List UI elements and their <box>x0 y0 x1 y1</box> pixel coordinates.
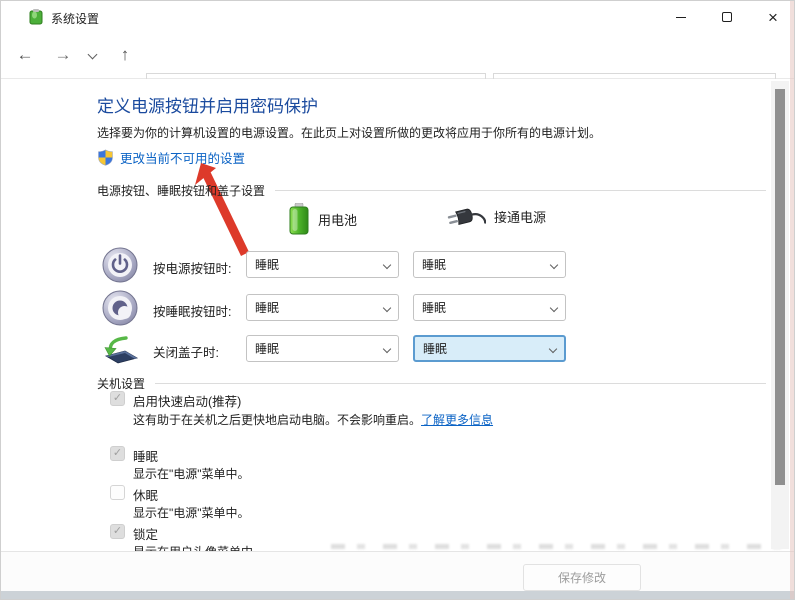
section-rule <box>275 190 766 191</box>
sleep-button-plugged-in-dropdown[interactable]: 睡眠 <box>413 294 566 321</box>
forward-button[interactable]: → <box>51 45 75 65</box>
lock-option-label: 锁定 <box>133 528 159 542</box>
close-lid-on-battery-dropdown[interactable]: 睡眠 <box>246 335 399 362</box>
hibernate-option-description: 显示在"电源"菜单中。 <box>133 506 250 520</box>
sleep-checkbox[interactable]: ✓ <box>110 446 125 461</box>
section-rule <box>155 383 766 384</box>
title-bar: 系统设置 × <box>1 1 794 33</box>
main-content: 定义电源按钮并启用密码保护 选择要为你的计算机设置的电源设置。在此页上对设置所做… <box>1 79 794 551</box>
fast-startup-label: 启用快速启动(推荐) <box>133 395 242 409</box>
minimize-button[interactable] <box>658 1 704 33</box>
sleep-button-row-label: 按睡眠按钮时: <box>153 305 232 319</box>
fast-startup-description: 这有助于在关机之后更快地启动电脑。不会影响重启。了解更多信息 <box>133 411 493 428</box>
sleep-button-icon <box>102 290 138 326</box>
checkmark-icon: ✓ <box>112 525 123 537</box>
power-options-app-icon <box>29 9 43 25</box>
checkmark-icon: ✓ <box>112 447 123 459</box>
back-button[interactable]: ← <box>13 45 37 65</box>
red-annotation-arrow <box>195 163 249 256</box>
page-description: 选择要为你的计算机设置的电源设置。在此页上对设置所做的更改将应用于你所有的电源计… <box>97 126 602 140</box>
on-battery-label: 用电池 <box>318 212 358 228</box>
save-changes-button[interactable]: 保存修改 <box>523 564 641 591</box>
navigation-bar: ← → ↑ « 电源选项 › 系统设置 <box>1 33 794 104</box>
fast-startup-checkbox[interactable]: ✓ <box>110 391 125 406</box>
change-unavailable-settings-link[interactable]: 更改当前不可用的设置 <box>120 148 245 167</box>
power-buttons-section-header: 电源按钮、睡眠按钮和盖子设置 <box>97 182 766 199</box>
page-title: 定义电源按钮并启用密码保护 <box>97 97 318 116</box>
close-lid-plugged-in-dropdown[interactable]: 睡眠 <box>413 335 566 362</box>
scrollbar-thumb[interactable] <box>775 89 785 485</box>
close-icon: × <box>768 7 778 27</box>
battery-icon <box>289 203 309 235</box>
dropdown-value: 睡眠 <box>255 301 280 315</box>
maximize-icon <box>722 12 732 22</box>
power-button-icon <box>102 247 138 283</box>
section-title: 关机设置 <box>97 377 146 391</box>
window-title: 系统设置 <box>51 12 100 26</box>
power-button-on-battery-dropdown[interactable]: 睡眠 <box>246 251 399 278</box>
sleep-button-on-battery-dropdown[interactable]: 睡眠 <box>246 294 399 321</box>
footer-bar: 保存修改 <box>1 551 794 591</box>
description-text: 这有助于在关机之后更快地启动电脑。不会影响重启。 <box>133 413 422 427</box>
vertical-scrollbar[interactable] <box>771 81 789 549</box>
uac-shield-icon <box>98 149 113 166</box>
up-button[interactable]: ↑ <box>113 45 137 65</box>
chevron-down-icon <box>549 260 559 269</box>
recent-pages-chevron-icon[interactable] <box>87 49 98 60</box>
dropdown-value: 睡眠 <box>255 258 280 272</box>
power-button-row-label: 按电源按钮时: <box>153 262 232 276</box>
minimize-icon <box>676 16 686 18</box>
lid-icon <box>104 336 139 364</box>
sleep-option-label: 睡眠 <box>133 450 159 464</box>
chevron-down-icon <box>382 344 392 353</box>
power-button-plugged-in-dropdown[interactable]: 睡眠 <box>413 251 566 278</box>
close-lid-row-label: 关闭盖子时: <box>153 346 219 360</box>
close-button[interactable]: × <box>750 1 794 33</box>
maximize-button[interactable] <box>704 1 750 33</box>
chevron-down-icon <box>548 344 558 353</box>
on-battery-column-header: 用电池 <box>288 203 357 235</box>
watermark-smudge <box>331 544 786 549</box>
plugged-in-column-header: 接通电源 <box>446 203 546 229</box>
chevron-down-icon <box>382 260 392 269</box>
learn-more-link[interactable]: 了解更多信息 <box>421 413 493 427</box>
shutdown-section-header: 关机设置 <box>97 375 766 392</box>
plugged-in-label: 接通电源 <box>494 209 547 225</box>
hibernate-option-label: 休眠 <box>133 489 159 503</box>
sleep-option-description: 显示在"电源"菜单中。 <box>133 467 250 481</box>
dropdown-value: 睡眠 <box>422 258 447 272</box>
admin-link-row[interactable]: 更改当前不可用的设置 <box>97 148 245 167</box>
dropdown-value: 睡眠 <box>423 342 448 356</box>
lock-option-description: 显示在用户头像菜单中。 <box>133 543 265 551</box>
window-bottom-edge <box>1 591 794 599</box>
hibernate-checkbox[interactable] <box>110 485 125 500</box>
chevron-down-icon <box>382 303 392 312</box>
system-settings-window: 系统设置 × ← → ↑ « 电源选项 › 系统设置 <box>0 0 795 600</box>
screen-edge-artifact <box>790 1 794 599</box>
chevron-down-icon <box>549 303 559 312</box>
lock-checkbox[interactable]: ✓ <box>110 524 125 539</box>
plug-icon <box>447 208 486 226</box>
checkmark-icon: ✓ <box>112 392 123 404</box>
section-title: 电源按钮、睡眠按钮和盖子设置 <box>97 184 266 198</box>
dropdown-value: 睡眠 <box>422 301 447 315</box>
dropdown-value: 睡眠 <box>255 342 280 356</box>
